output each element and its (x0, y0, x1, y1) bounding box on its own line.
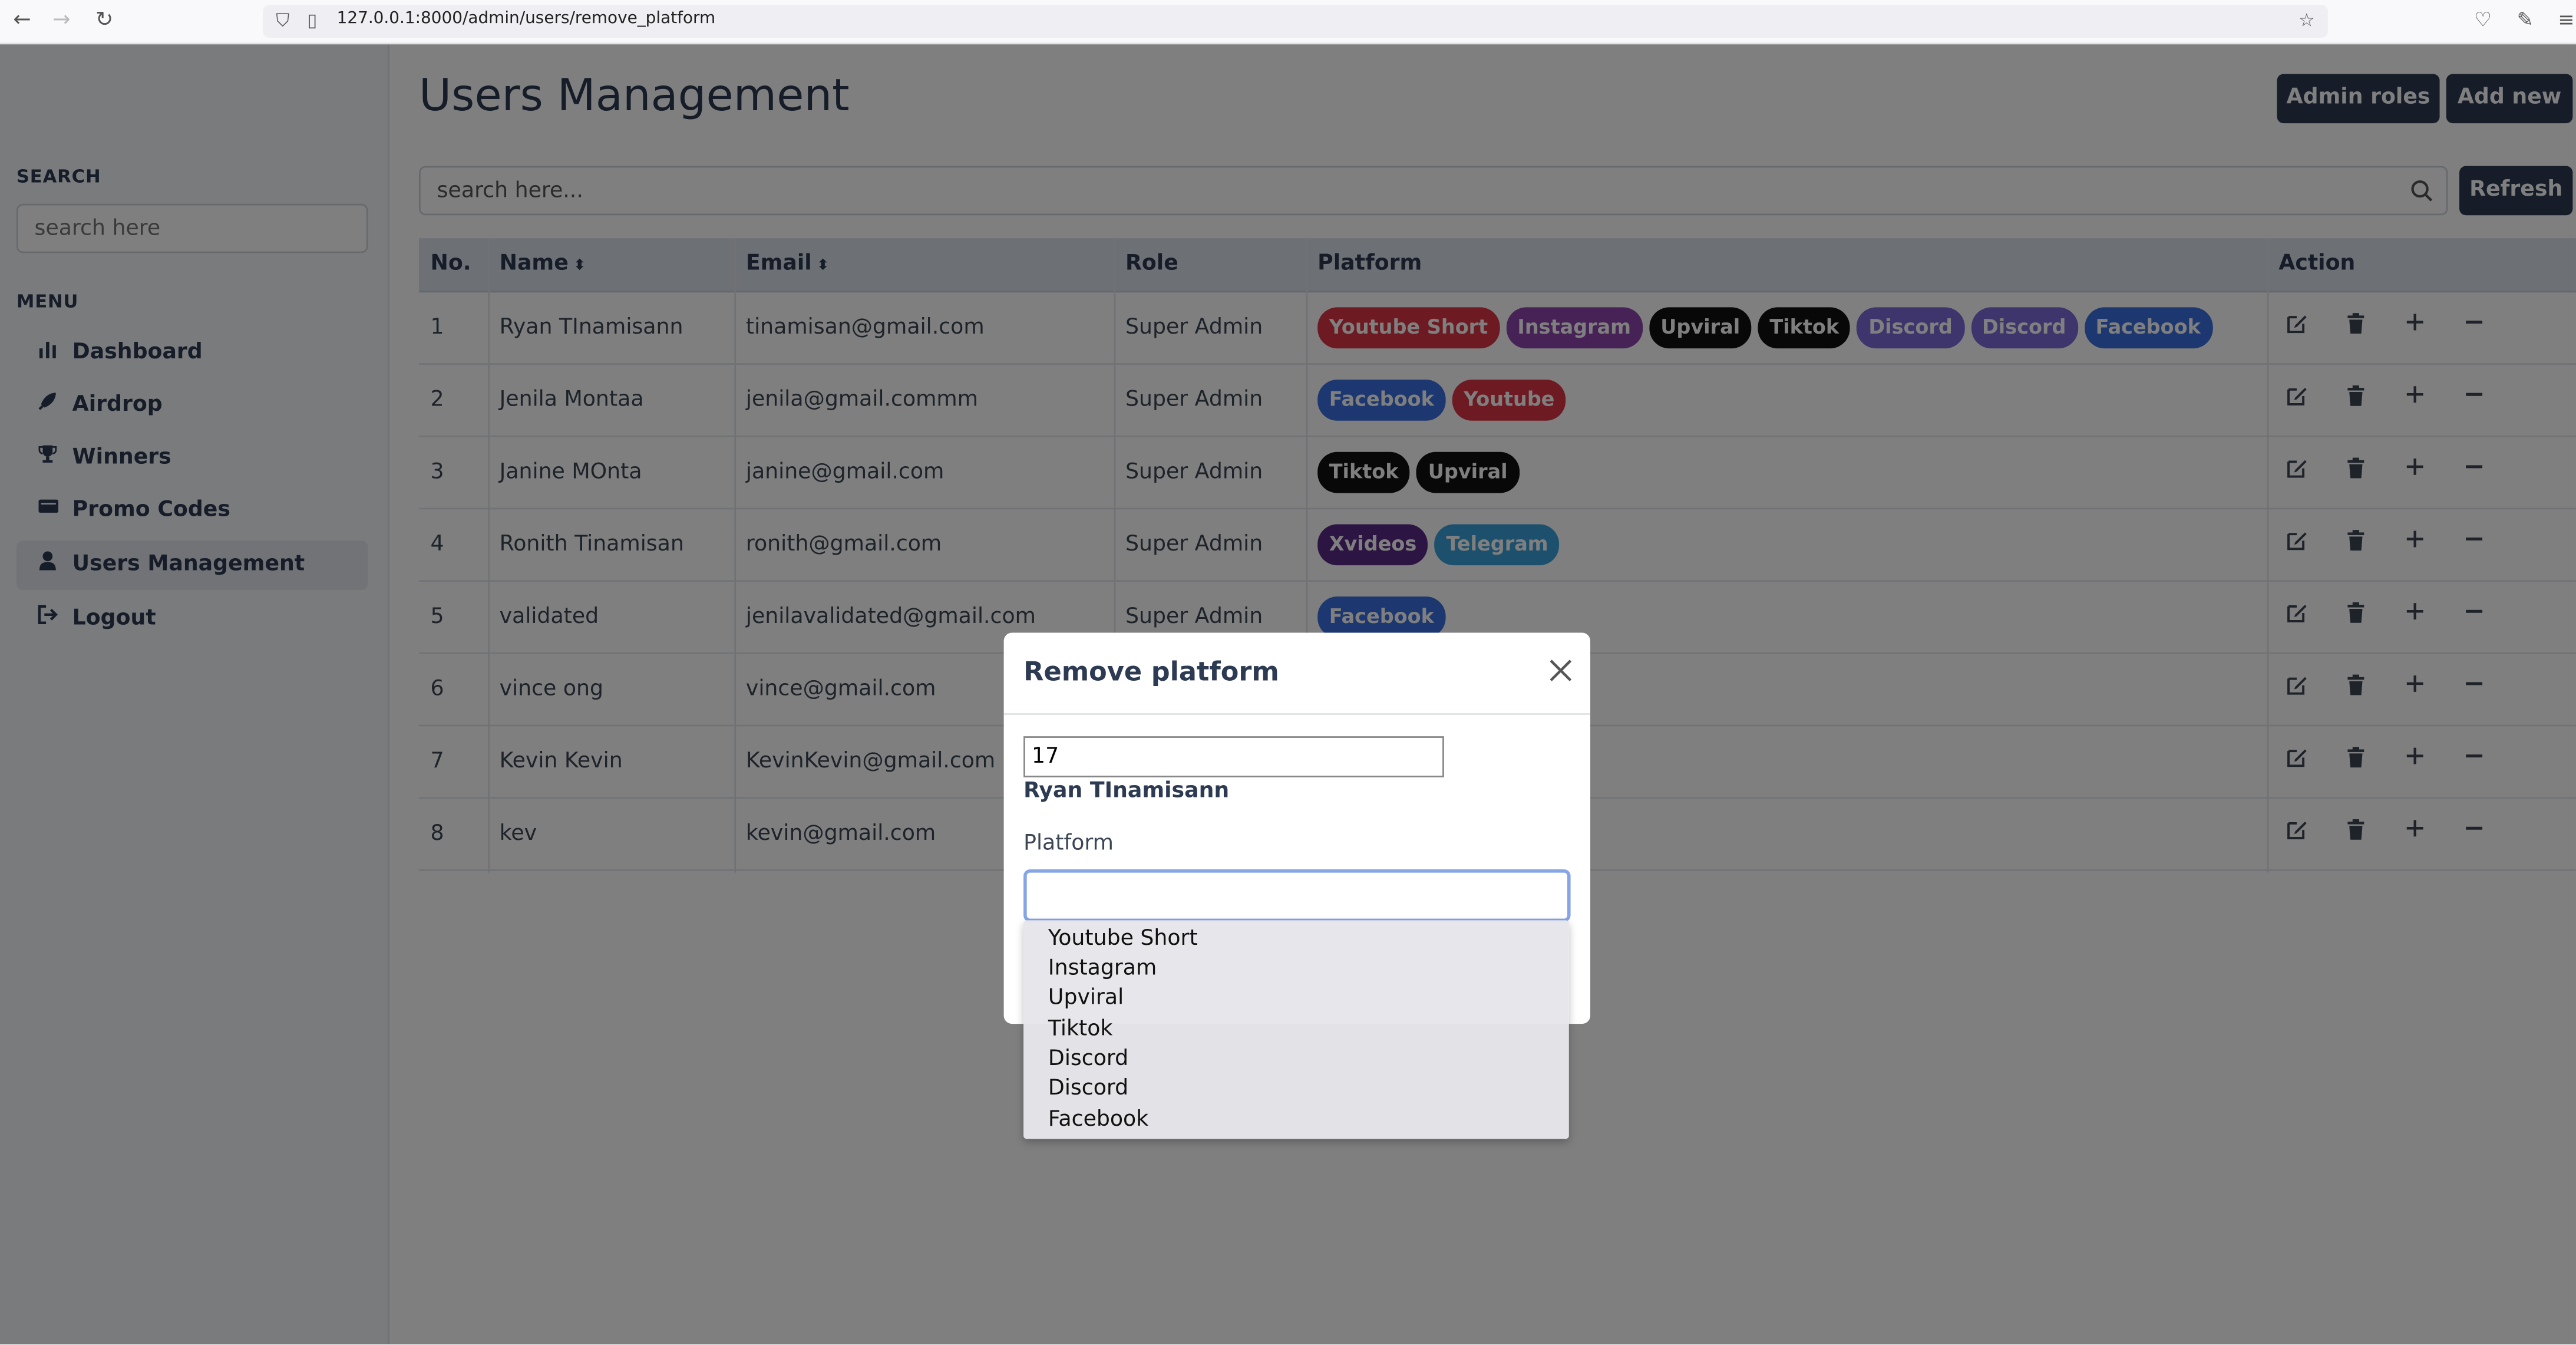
address-bar[interactable]: ⛉ ▯ 127.0.0.1:8000/admin/users/remove_pl… (263, 5, 2328, 38)
dropdown-option[interactable]: Instagram (1048, 957, 1157, 981)
wrench-icon[interactable]: ✎ (2517, 8, 2534, 31)
shield-icon: ⛉ (276, 9, 290, 31)
platform-dropdown-list: Youtube Short Instagram Upviral Tiktok D… (1023, 920, 1569, 1139)
modal-user-name: Ryan TInamisann (1023, 779, 1230, 804)
modal-title: Remove platform (1023, 655, 1279, 687)
modal-header: Remove platform (1003, 632, 1591, 715)
close-icon[interactable] (1548, 652, 1574, 692)
dropdown-option[interactable]: Facebook (1048, 1107, 1148, 1132)
bookmark-star-icon[interactable]: ☆ (2298, 10, 2315, 31)
user-id-field[interactable] (1023, 736, 1444, 777)
page-icon: ▯ (307, 9, 318, 31)
browser-toolbar: ← → ↻ ⛉ ▯ 127.0.0.1:8000/admin/users/rem… (0, 0, 2576, 45)
dropdown-option[interactable]: Upviral (1048, 986, 1124, 1011)
dropdown-option[interactable]: Youtube Short (1048, 927, 1198, 952)
dropdown-option[interactable]: Discord (1048, 1076, 1128, 1101)
platform-label: Platform (1023, 831, 1114, 856)
forward-icon[interactable]: → (52, 8, 70, 33)
dropdown-option[interactable]: Discord (1048, 1047, 1128, 1072)
menu-icon[interactable]: ≡ (2558, 8, 2574, 31)
back-icon[interactable]: ← (13, 8, 31, 33)
platform-select[interactable] (1023, 869, 1571, 922)
reload-icon[interactable]: ↻ (95, 8, 113, 33)
dropdown-option[interactable]: Tiktok (1048, 1017, 1112, 1042)
pocket-icon[interactable]: ♡ (2474, 8, 2492, 31)
url-text: 127.0.0.1:8000/admin/users/remove_platfo… (336, 9, 716, 28)
